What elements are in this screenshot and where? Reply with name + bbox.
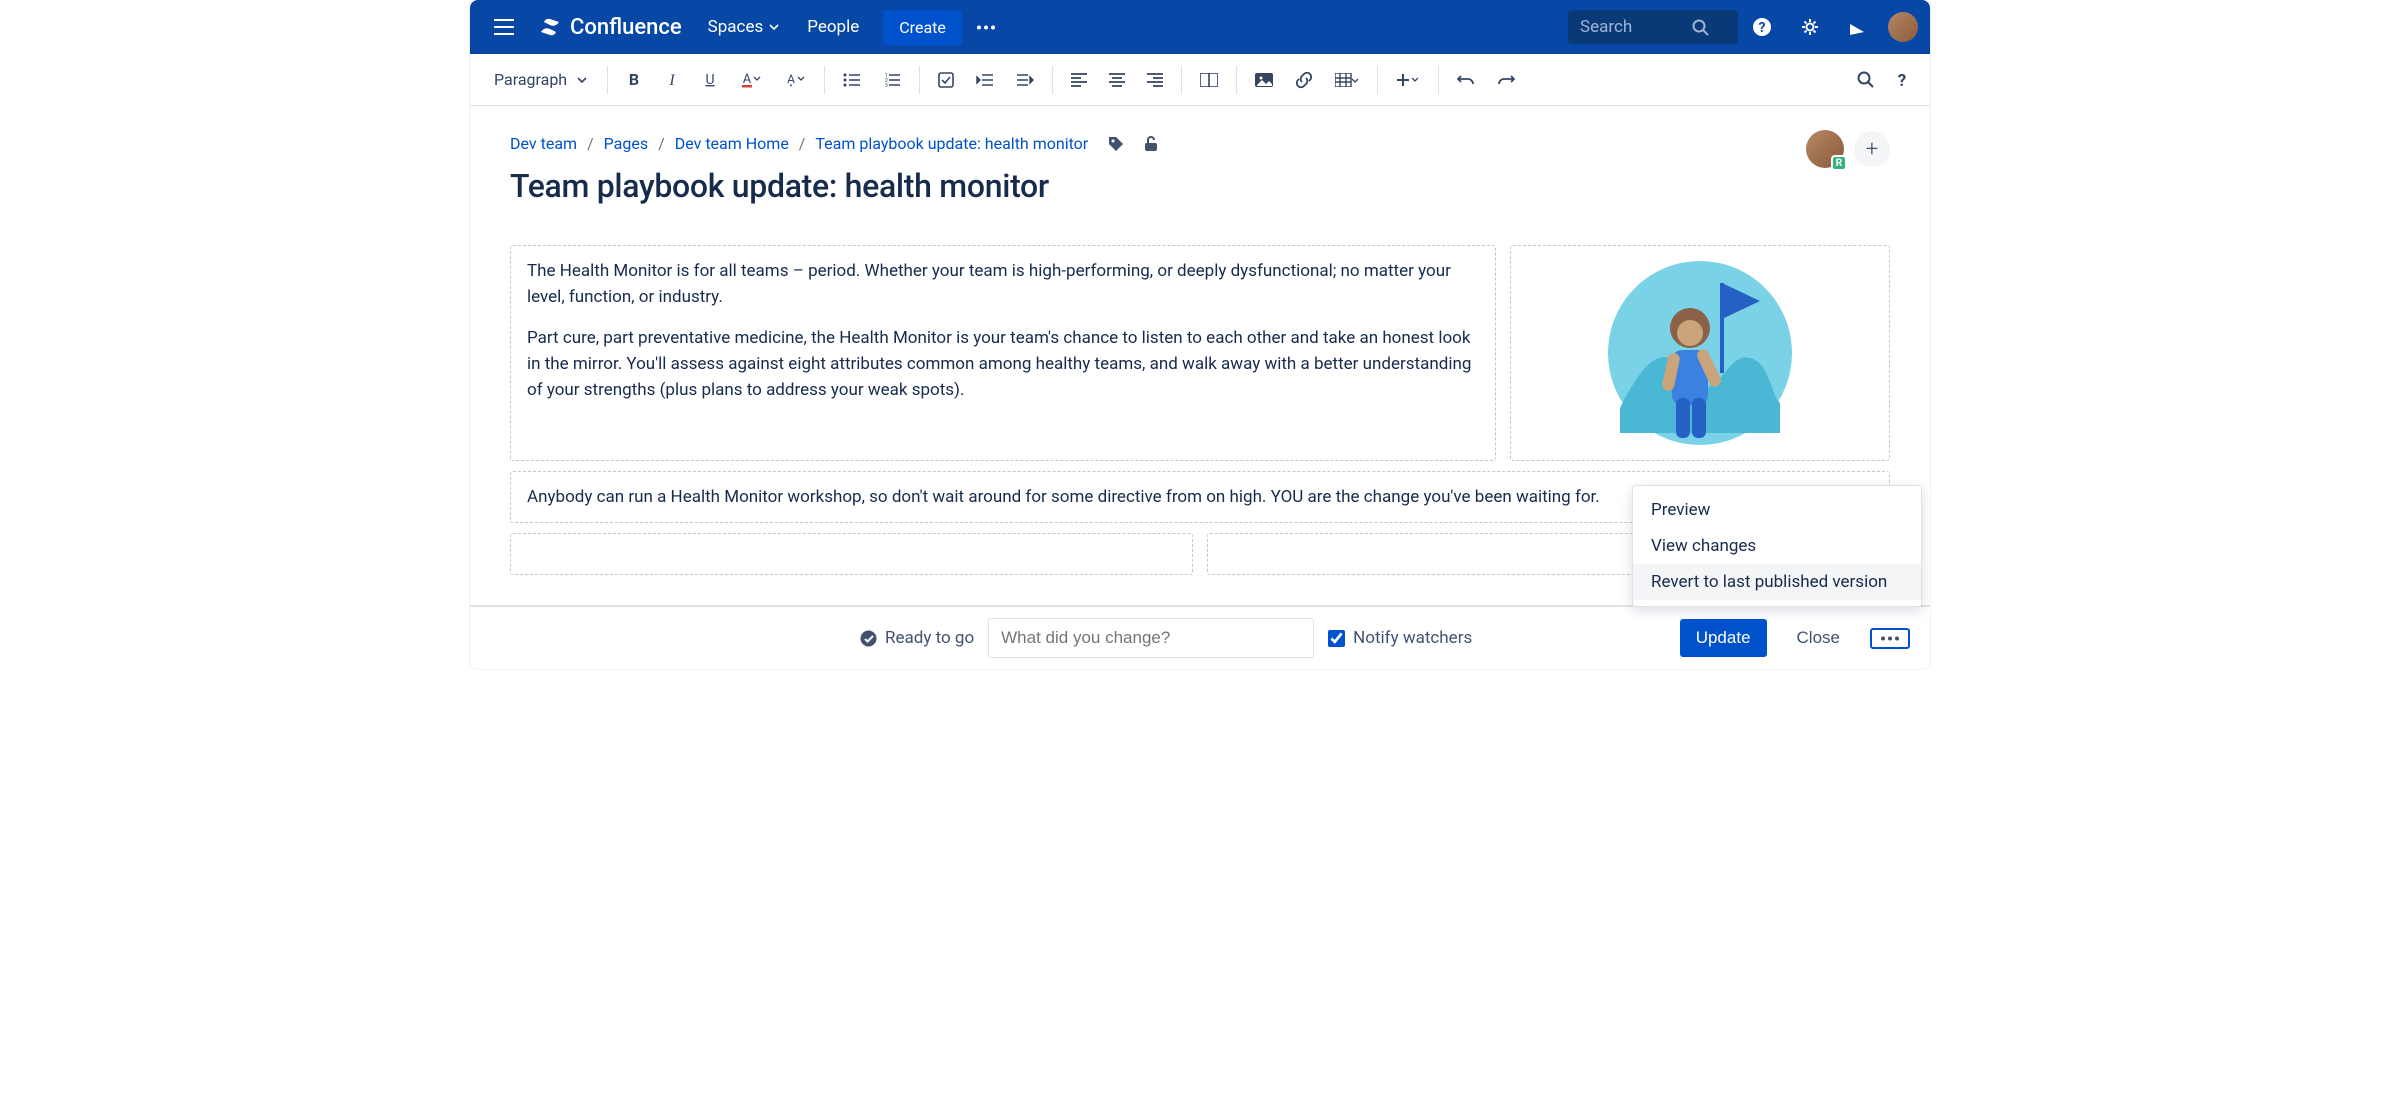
nav-people[interactable]: People	[793, 9, 873, 45]
bold-button[interactable]: B	[616, 66, 652, 94]
align-center-button[interactable]	[1099, 67, 1135, 93]
bullet-list-button[interactable]	[833, 67, 871, 93]
editor-help-button[interactable]: ?	[1886, 65, 1918, 95]
search-input[interactable]: Search	[1568, 10, 1738, 44]
editor-footer: Ready to go Notify watchers Update Close…	[470, 605, 1930, 669]
page-layout-button[interactable]	[1190, 67, 1228, 93]
menu-item-view-changes[interactable]: View changes	[1633, 528, 1921, 564]
italic-button[interactable]: I	[654, 66, 690, 94]
brand-text: Confluence	[570, 15, 682, 40]
svg-text:3: 3	[885, 83, 888, 87]
paragraph-style-select[interactable]: Paragraph	[482, 64, 599, 95]
undo-button[interactable]	[1447, 68, 1485, 92]
insert-image-button[interactable]	[1245, 67, 1283, 93]
paragraph[interactable]: The Health Monitor is for all teams – pe…	[527, 258, 1479, 311]
notification-icon[interactable]	[1834, 9, 1880, 45]
illustration-icon	[1600, 258, 1800, 448]
outdent-button[interactable]	[966, 67, 1004, 93]
svg-text:I: I	[668, 72, 675, 88]
format-toolbar: Paragraph B I U A A▾ 123 ?	[470, 54, 1930, 106]
create-button[interactable]: Create	[883, 10, 962, 45]
svg-text:?: ?	[1759, 20, 1766, 36]
collaborator-avatar[interactable]: R	[1806, 130, 1844, 168]
layout-cell[interactable]	[510, 533, 1193, 575]
text-color-button[interactable]: A	[730, 66, 772, 94]
confluence-logo[interactable]: Confluence	[526, 15, 694, 40]
close-button[interactable]: Close	[1781, 619, 1856, 657]
svg-text:U: U	[706, 72, 715, 88]
paragraph[interactable]: Part cure, part preventative medicine, t…	[527, 325, 1479, 404]
underline-button[interactable]: U	[692, 66, 728, 94]
page-collaborators: R +	[1806, 130, 1890, 168]
menu-item-revert[interactable]: Revert to last published version	[1633, 564, 1921, 600]
presence-badge: R	[1831, 155, 1847, 171]
chevron-down-icon	[769, 24, 779, 30]
breadcrumb-link[interactable]: Dev team	[510, 134, 577, 153]
align-right-button[interactable]	[1137, 67, 1173, 93]
svg-text:B: B	[629, 72, 639, 88]
layout-cell[interactable]: The Health Monitor is for all teams – pe…	[510, 245, 1496, 461]
insert-table-button[interactable]	[1325, 67, 1369, 93]
breadcrumb-link[interactable]: Dev team Home	[675, 134, 789, 153]
restrictions-icon[interactable]	[1134, 136, 1158, 152]
task-list-button[interactable]	[928, 66, 964, 94]
labels-icon[interactable]	[1098, 136, 1124, 152]
top-nav: Confluence Spaces People Create Search ?	[470, 0, 1930, 54]
more-actions-menu: Preview View changes Revert to last publ…	[1632, 485, 1922, 607]
add-collaborator-button[interactable]: +	[1854, 131, 1890, 167]
ellipsis-icon	[1880, 636, 1900, 641]
search-icon	[1692, 19, 1709, 36]
svg-text:?: ?	[1898, 71, 1906, 89]
breadcrumb: Dev team / Pages / Dev team Home / Team …	[510, 134, 1890, 153]
notify-watchers-checkbox[interactable]: Notify watchers	[1328, 628, 1472, 648]
redo-button[interactable]	[1487, 68, 1525, 92]
page-title[interactable]: Team playbook update: health monitor	[510, 167, 1890, 205]
insert-link-button[interactable]	[1285, 65, 1323, 95]
nav-spaces[interactable]: Spaces	[694, 9, 794, 45]
nav-more-icon[interactable]	[962, 17, 1010, 38]
user-avatar[interactable]	[1888, 12, 1918, 42]
settings-gear-icon[interactable]	[1786, 9, 1834, 45]
search-placeholder: Search	[1580, 17, 1632, 37]
align-left-button[interactable]	[1061, 67, 1097, 93]
svg-text:A: A	[743, 72, 752, 87]
find-replace-button[interactable]	[1847, 65, 1884, 94]
insert-more-button[interactable]	[1386, 67, 1430, 93]
app-switcher-icon[interactable]	[482, 11, 526, 43]
breadcrumb-link[interactable]: Team playbook update: health monitor	[815, 134, 1088, 153]
check-circle-icon	[860, 630, 877, 647]
more-formatting-button[interactable]: A▾	[774, 66, 816, 94]
draft-status: Ready to go	[860, 628, 974, 648]
chevron-down-icon	[577, 77, 587, 83]
indent-button[interactable]	[1006, 67, 1044, 93]
update-button[interactable]: Update	[1680, 619, 1767, 657]
breadcrumb-link[interactable]: Pages	[604, 134, 648, 153]
more-actions-button[interactable]	[1870, 628, 1910, 649]
version-comment-input[interactable]	[988, 618, 1314, 658]
help-icon[interactable]: ?	[1738, 9, 1786, 45]
menu-item-preview[interactable]: Preview	[1633, 492, 1921, 528]
numbered-list-button[interactable]: 123	[873, 67, 911, 93]
layout-cell[interactable]	[1510, 245, 1890, 461]
